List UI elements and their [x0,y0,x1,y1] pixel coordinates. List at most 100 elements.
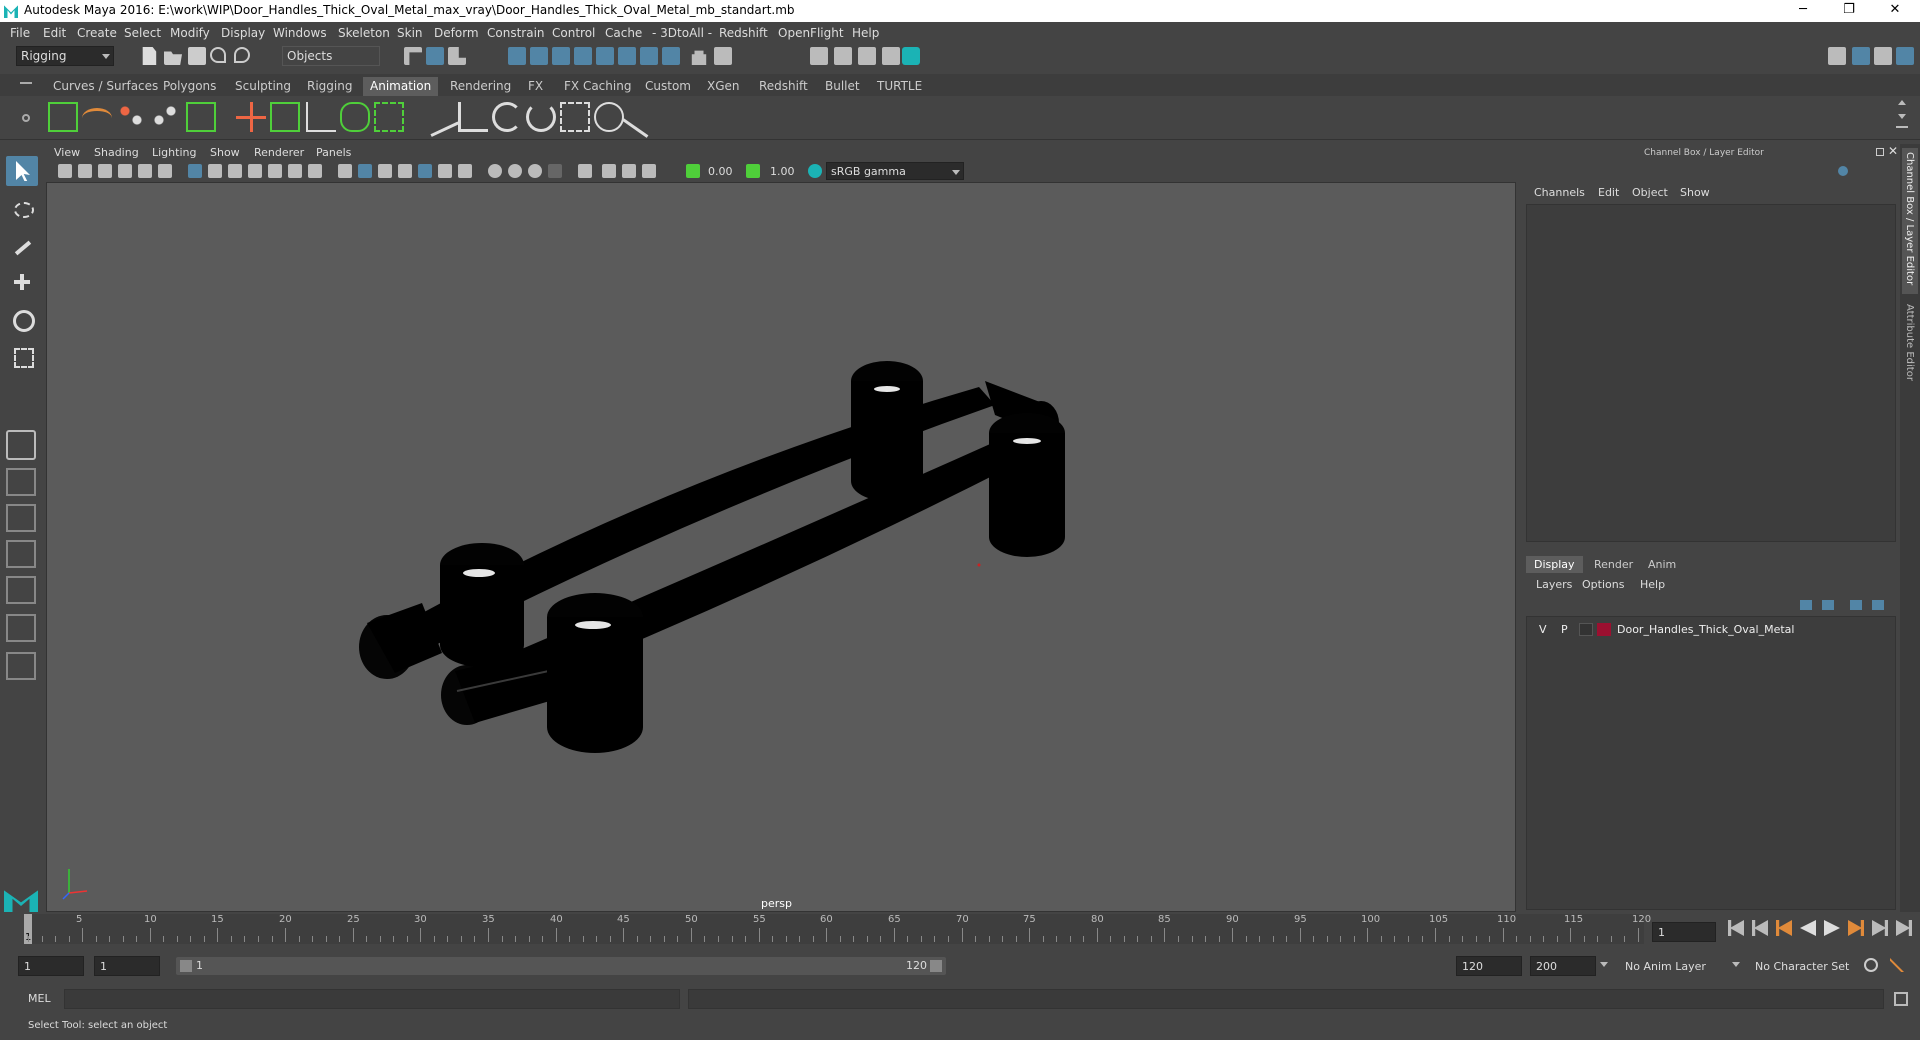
menu-deform[interactable]: Deform [434,26,479,40]
pole-vector-constraint-icon[interactable] [594,102,624,132]
layers-menu[interactable]: Layers [1536,578,1572,591]
minimize-button[interactable]: ─ [1780,0,1826,22]
isolate-select-icon[interactable] [548,164,562,178]
single-perspective-view-icon[interactable] [6,430,36,460]
grease-pencil-icon[interactable] [158,164,172,178]
menu-help[interactable]: Help [852,26,879,40]
float-panel-icon[interactable] [1876,148,1884,156]
lasso-tool-icon[interactable] [6,196,38,226]
two-d-pan-zoom-icon[interactable] [138,164,152,178]
layer-reference-toggle[interactable] [1579,623,1593,636]
animation-preferences-icon[interactable] [1890,958,1904,972]
shelf-tab-polygons[interactable]: Polygons [156,77,223,96]
hypershade-icon[interactable] [902,47,920,65]
parent-constraint-icon[interactable] [419,97,459,137]
open-scene-icon[interactable] [164,51,182,65]
render-current-frame-icon[interactable] [834,47,852,65]
viewport-menu-renderer[interactable]: Renderer [254,146,304,159]
aim-constraint-icon[interactable] [526,102,556,132]
persp-hypershade-layout-icon[interactable] [6,576,36,604]
safe-title-icon[interactable] [308,164,322,178]
select-joints-icon[interactable] [530,47,548,65]
selection-mode-dropdown[interactable]: Objects [282,46,380,66]
render-settings-icon[interactable] [882,47,900,65]
ik-spline-icon[interactable] [340,102,370,132]
current-frame-field[interactable]: 1 [1652,922,1716,942]
film-gate-icon[interactable] [208,164,222,178]
channel-box-toggle-icon[interactable] [1896,47,1914,65]
attribute-editor-toggle-icon[interactable] [1852,47,1870,65]
menu-edit[interactable]: Edit [43,26,66,40]
edit-menu[interactable]: Edit [1598,186,1619,199]
gamma-icon[interactable] [746,164,760,178]
channels-menu[interactable]: Channels [1534,186,1585,199]
playback-start-field[interactable]: 1 [94,956,160,976]
close-button[interactable]: ✕ [1872,0,1918,22]
shelf-menu-icon[interactable] [20,82,32,84]
viewport-menu-shading[interactable]: Shading [94,146,139,159]
range-end-handle[interactable] [930,960,942,972]
menu-display[interactable]: Display [221,26,265,40]
step-forward-frame-icon[interactable] [1872,920,1888,936]
ghost-icon[interactable] [150,102,180,132]
shelf-tab-turtle[interactable]: TURTLE [870,77,929,96]
select-camera-icon[interactable] [58,164,72,178]
image-plane-icon[interactable] [118,164,132,178]
field-chart-icon[interactable] [268,164,282,178]
select-misc-icon[interactable] [662,47,680,65]
textured-icon[interactable] [398,164,412,178]
select-surfaces-icon[interactable] [574,47,592,65]
menu-file[interactable]: File [10,26,30,40]
camera-attributes-icon[interactable] [78,164,92,178]
persp-outliner-layout-icon[interactable] [6,504,36,532]
menu-skeleton[interactable]: Skeleton [338,26,390,40]
channel-list[interactable] [1526,204,1896,542]
perspective-viewport[interactable]: persp [46,182,1516,912]
show-menu[interactable]: Show [1680,186,1710,199]
shelf-scroll-down-icon[interactable] [1898,114,1906,119]
shelf-settings-icon[interactable] [22,114,30,122]
move-layer-up-icon[interactable] [1800,600,1812,610]
new-layer-from-selected-icon[interactable] [1872,600,1884,610]
shelf-tab-fx[interactable]: FX [521,77,550,96]
menu-3dtoall[interactable]: - 3DtoAll - [652,26,712,40]
select-by-component-icon[interactable] [448,47,466,65]
motion-blur-icon[interactable] [488,164,502,178]
render-view-icon[interactable] [810,47,828,65]
layer-tab-anim[interactable]: Anim [1640,556,1684,573]
object-menu[interactable]: Object [1632,186,1668,199]
shelf-tab-custom[interactable]: Custom [638,77,698,96]
shelf-tab-xgen[interactable]: XGen [700,77,747,96]
geometry-constraint-icon[interactable] [622,96,664,138]
shadows-icon[interactable] [438,164,452,178]
shelf-tab-sculpting[interactable]: Sculpting [228,77,298,96]
viewport-menu-view[interactable]: View [54,146,80,159]
viewport-menu-show[interactable]: Show [210,146,240,159]
command-input[interactable] [64,989,680,1009]
menu-skin[interactable]: Skin [397,26,423,40]
new-scene-icon[interactable] [142,47,157,65]
resolution-gate-icon[interactable] [228,164,242,178]
grid-icon[interactable] [188,164,202,178]
layer-tab-render[interactable]: Render [1586,556,1641,573]
animation-start-field[interactable]: 1 [18,956,84,976]
layer-name[interactable]: Door_Handles_Thick_Oval_Metal [1617,623,1794,636]
time-slider[interactable]: 1 5 10 15 20 25 30 35 40 45 50 55 60 65 70 75 80 85 90 95 1… [0,914,1920,948]
playblast-icon[interactable] [186,102,216,132]
shelf-tab-animation[interactable]: Animation [363,77,439,96]
modeling-toolkit-icon[interactable] [1828,47,1846,65]
character-set-dropdown[interactable]: No Character Set [1750,956,1870,976]
smooth-shade-icon[interactable] [358,164,372,178]
select-handles-icon[interactable] [508,47,526,65]
go-to-end-icon[interactable] [1896,920,1912,936]
persp-graph-layout-icon[interactable] [6,540,36,568]
lock-selection-icon[interactable] [691,50,707,65]
motion-trail-icon[interactable] [116,102,146,132]
go-to-start-icon[interactable] [1728,920,1744,936]
options-menu[interactable]: Options [1582,578,1624,591]
wireframe-on-shaded-icon[interactable] [378,164,392,178]
viewport-menu-lighting[interactable]: Lighting [152,146,196,159]
four-view-layout-icon[interactable] [6,468,36,496]
redo-icon[interactable] [234,47,250,63]
set-key-icon[interactable] [48,102,78,132]
